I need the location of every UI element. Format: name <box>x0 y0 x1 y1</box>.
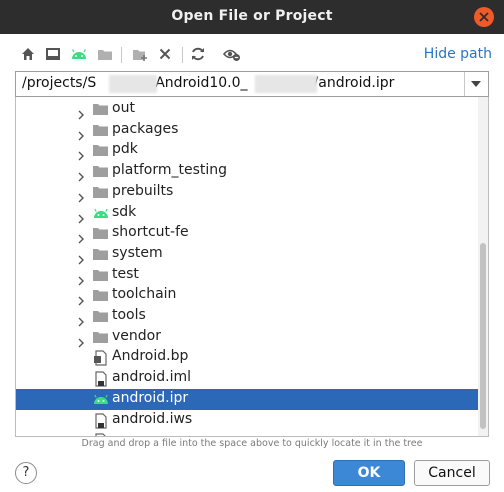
chevron-down-icon <box>471 81 481 87</box>
tree-item-label: pdk <box>112 141 138 158</box>
tree-item-label: test <box>112 265 139 282</box>
tree-row[interactable] <box>16 430 488 436</box>
tree-item-label: out <box>112 100 135 116</box>
title-bar: Open File or Project <box>0 0 504 34</box>
delete-button[interactable] <box>157 46 175 64</box>
folder-icon <box>98 50 112 60</box>
close-button[interactable] <box>474 7 494 27</box>
desktop-button[interactable] <box>45 46 63 64</box>
show-hidden-button[interactable] <box>223 46 241 64</box>
tree-item-label: tools <box>112 307 146 323</box>
path-value: /projects/S _Android10.0_/android.ipr <box>22 75 395 91</box>
android-icon <box>71 49 87 59</box>
tree-item-label: android.ipr <box>112 389 189 406</box>
help-label: ? <box>22 465 30 480</box>
tree-item-label: shortcut-fe <box>112 224 189 241</box>
tree-row[interactable]: out <box>16 99 488 120</box>
tree-row[interactable]: tools <box>16 306 488 327</box>
tree-row[interactable]: system <box>16 244 488 265</box>
toolbar: Hide path <box>0 40 504 70</box>
tree-scrollbar[interactable] <box>478 97 488 436</box>
tree-row[interactable]: platform_testing <box>16 161 488 182</box>
dialog-title: Open File or Project <box>171 8 333 24</box>
tree-item-label: system <box>112 244 163 261</box>
tree-row[interactable]: pdk <box>16 140 488 161</box>
cancel-button[interactable]: Cancel <box>414 460 490 486</box>
hide-path-link[interactable]: Hide path <box>424 46 492 62</box>
tree-row[interactable]: android.iml <box>16 368 488 389</box>
redacted-segment <box>255 75 317 93</box>
ok-button[interactable]: OK <box>333 460 405 486</box>
desktop-icon <box>46 48 60 60</box>
toolbar-separator <box>121 47 122 63</box>
tree-row[interactable]: vendor <box>16 327 488 348</box>
tree-row[interactable]: Android.bp <box>16 347 488 368</box>
help-button[interactable]: ? <box>15 462 37 484</box>
tree-item-label: platform_testing <box>112 162 228 179</box>
tree-row[interactable]: toolchain <box>16 285 488 306</box>
drag-drop-hint: Drag and drop a file into the space abov… <box>81 438 423 449</box>
close-icon <box>479 12 489 22</box>
tree-row[interactable]: test <box>16 265 488 286</box>
tree-row[interactable]: shortcut-fe <box>16 223 488 244</box>
home-icon <box>22 48 34 60</box>
tree-item-label: vendor <box>112 327 161 344</box>
tree-item-label: packages <box>112 120 179 137</box>
project-folder-button[interactable] <box>97 46 115 64</box>
delete-icon <box>159 48 171 60</box>
tree-item-label: Android.bp <box>112 348 189 365</box>
refresh-button[interactable] <box>190 46 208 64</box>
tree-item-label: sdk <box>112 203 137 220</box>
toolbar-separator <box>182 47 183 63</box>
path-history-dropdown[interactable] <box>464 72 488 96</box>
tree-item-label: android.iws <box>112 410 193 427</box>
redacted-segment <box>109 75 157 93</box>
android-project-button[interactable] <box>70 46 88 64</box>
path-input[interactable]: /projects/S _Android10.0_/android.ipr <box>15 71 489 97</box>
tree-row[interactable]: sdk <box>16 203 488 224</box>
refresh-icon <box>192 47 204 61</box>
new-folder-button[interactable] <box>132 46 150 64</box>
tree-row[interactable]: android.ipr <box>16 388 488 410</box>
show-hidden-icon <box>223 49 240 61</box>
home-button[interactable] <box>20 46 38 64</box>
file-tree[interactable]: out packages pdk platform_testing prebuilts s… <box>15 97 489 437</box>
tree-row[interactable]: prebuilts <box>16 182 488 203</box>
tree-row[interactable]: packages <box>16 120 488 141</box>
scrollbar-thumb[interactable] <box>480 243 486 429</box>
tree-row[interactable]: android.iws <box>16 410 488 431</box>
module-file-icon <box>93 433 109 436</box>
tree-item-label: prebuilts <box>112 182 174 199</box>
tree-item-label: toolchain <box>112 286 177 303</box>
tree-item-label: android.iml <box>112 369 191 386</box>
new-folder-icon <box>133 50 147 61</box>
